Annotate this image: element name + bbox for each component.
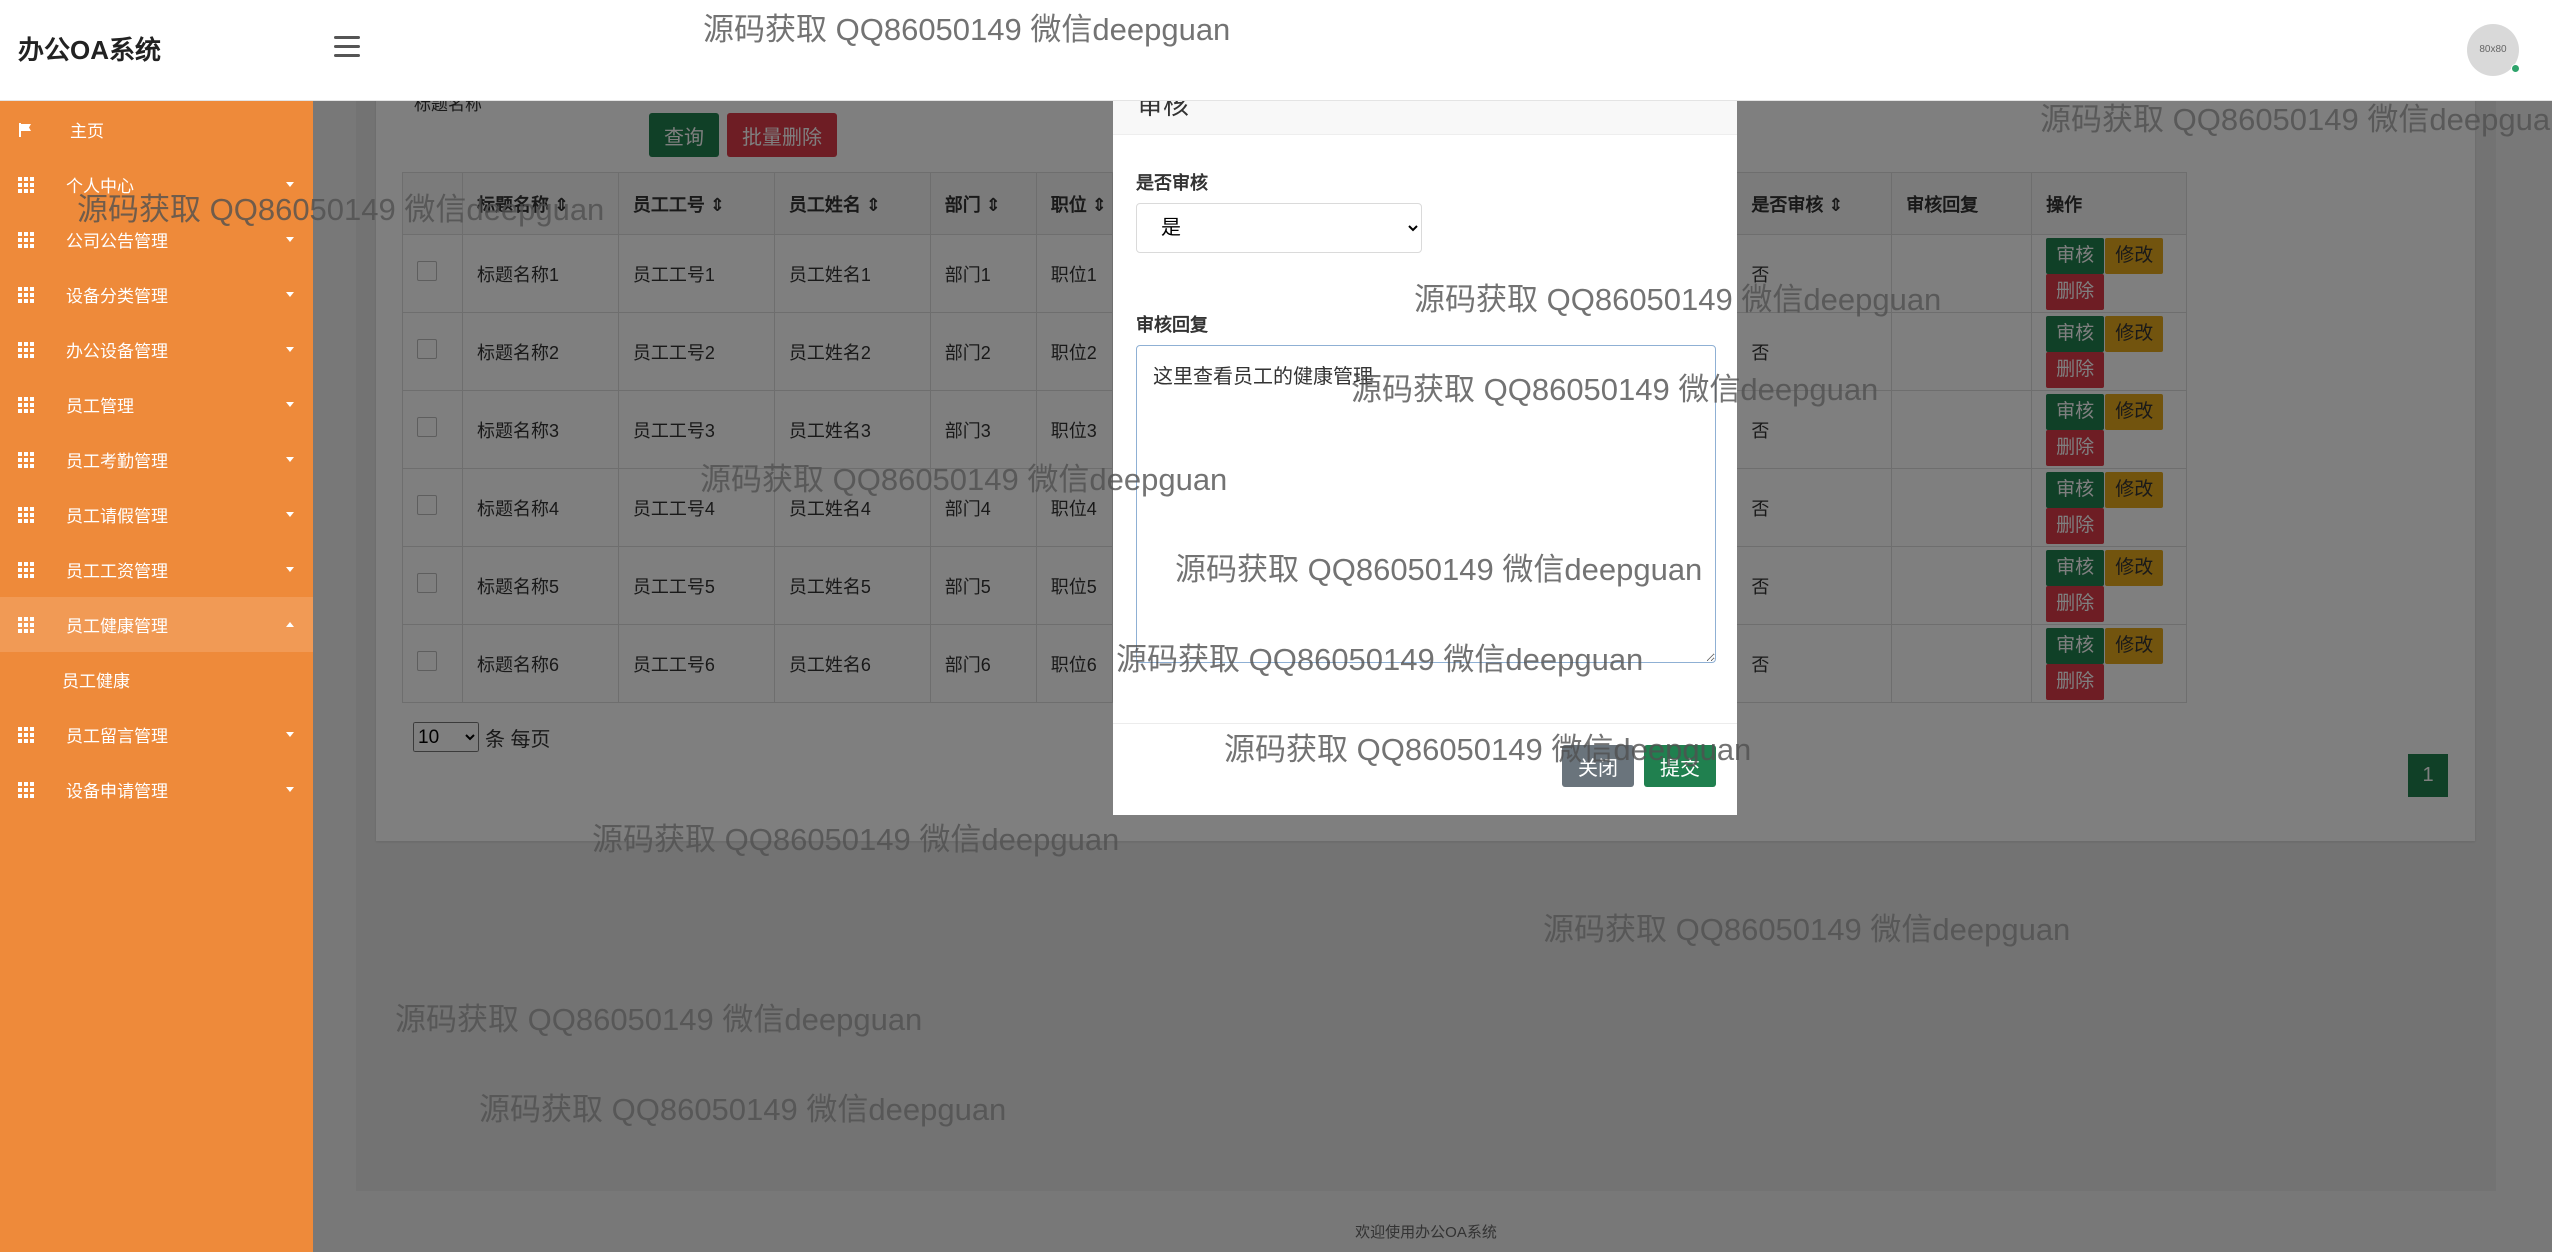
grid-icon [18,781,34,798]
grid-icon [18,176,34,193]
sidebar-item-health[interactable]: 员工健康管理 [0,597,313,652]
reply-textarea[interactable]: 这里查看员工的健康管理 [1136,345,1716,663]
sidebar-item-label: 员工请假管理 [66,507,168,526]
sidebar-item-office-equipment[interactable]: 办公设备管理 [0,322,313,377]
chevron-down-icon [286,237,294,242]
sidebar-subitem-health[interactable]: 员工健康 [0,652,313,707]
sidebar-item-employees[interactable]: 员工管理 [0,377,313,432]
chevron-down-icon [286,292,294,297]
grid-icon [18,561,34,578]
chevron-down-icon [286,347,294,352]
sidebar-item-personal-center[interactable]: 个人中心 [0,157,313,212]
chevron-down-icon [286,402,294,407]
sidebar: 主页 个人中心 公司公告管理 设备分类管理 办公设备管理 员工管理 员工考勤管理… [0,101,313,1252]
sidebar-item-label: 设备分类管理 [66,287,168,306]
modal-header: 审核 [1113,101,1737,135]
close-button[interactable]: 关闭 [1562,745,1634,787]
sidebar-item-label: 员工工资管理 [66,562,168,581]
sidebar-item-label: 主页 [70,122,104,141]
chevron-down-icon [286,457,294,462]
app-title: 办公OA系统 [18,35,162,65]
grid-icon [18,341,34,358]
chevron-down-icon [286,732,294,737]
sidebar-item-device-request[interactable]: 设备申请管理 [0,762,313,817]
submit-button[interactable]: 提交 [1644,745,1716,787]
sidebar-item-label: 员工管理 [66,397,134,416]
online-status-icon [2511,64,2520,73]
sidebar-subitem-label: 员工健康 [62,672,130,691]
top-header: 办公OA系统 80x80 [0,0,2552,101]
grid-icon [18,506,34,523]
chevron-up-icon [286,622,294,627]
grid-icon [18,286,34,303]
grid-icon [18,231,34,248]
modal-footer-divider [1113,723,1737,724]
flag-icon [19,122,31,137]
chevron-down-icon [286,512,294,517]
menu-toggle-icon[interactable] [334,36,360,62]
audit-label: 是否审核 [1136,173,1208,193]
sidebar-item-attendance[interactable]: 员工考勤管理 [0,432,313,487]
sidebar-item-label: 设备申请管理 [66,782,168,801]
chevron-down-icon [286,567,294,572]
grid-icon [18,451,34,468]
chevron-down-icon [286,787,294,792]
audit-modal: 审核 是否审核 是 否 审核回复 这里查看员工的健康管理 关闭 提交 [1113,101,1737,815]
sidebar-item-home[interactable]: 主页 [0,102,313,157]
grid-icon [18,726,34,743]
sidebar-item-salary[interactable]: 员工工资管理 [0,542,313,597]
sidebar-item-label: 员工健康管理 [66,617,168,636]
chevron-down-icon [286,182,294,187]
sidebar-item-leave[interactable]: 员工请假管理 [0,487,313,542]
audit-select[interactable]: 是 否 [1136,203,1422,253]
reply-label: 审核回复 [1136,315,1208,335]
sidebar-item-label: 办公设备管理 [66,342,168,361]
sidebar-item-label: 员工考勤管理 [66,452,168,471]
sidebar-item-label: 个人中心 [66,177,134,196]
grid-icon [18,396,34,413]
grid-icon [18,616,34,633]
sidebar-item-announcements[interactable]: 公司公告管理 [0,212,313,267]
sidebar-item-label: 员工留言管理 [66,727,168,746]
modal-title: 审核 [1137,101,1190,120]
sidebar-item-label: 公司公告管理 [66,232,168,251]
sidebar-item-device-category[interactable]: 设备分类管理 [0,267,313,322]
sidebar-item-messages[interactable]: 员工留言管理 [0,707,313,762]
